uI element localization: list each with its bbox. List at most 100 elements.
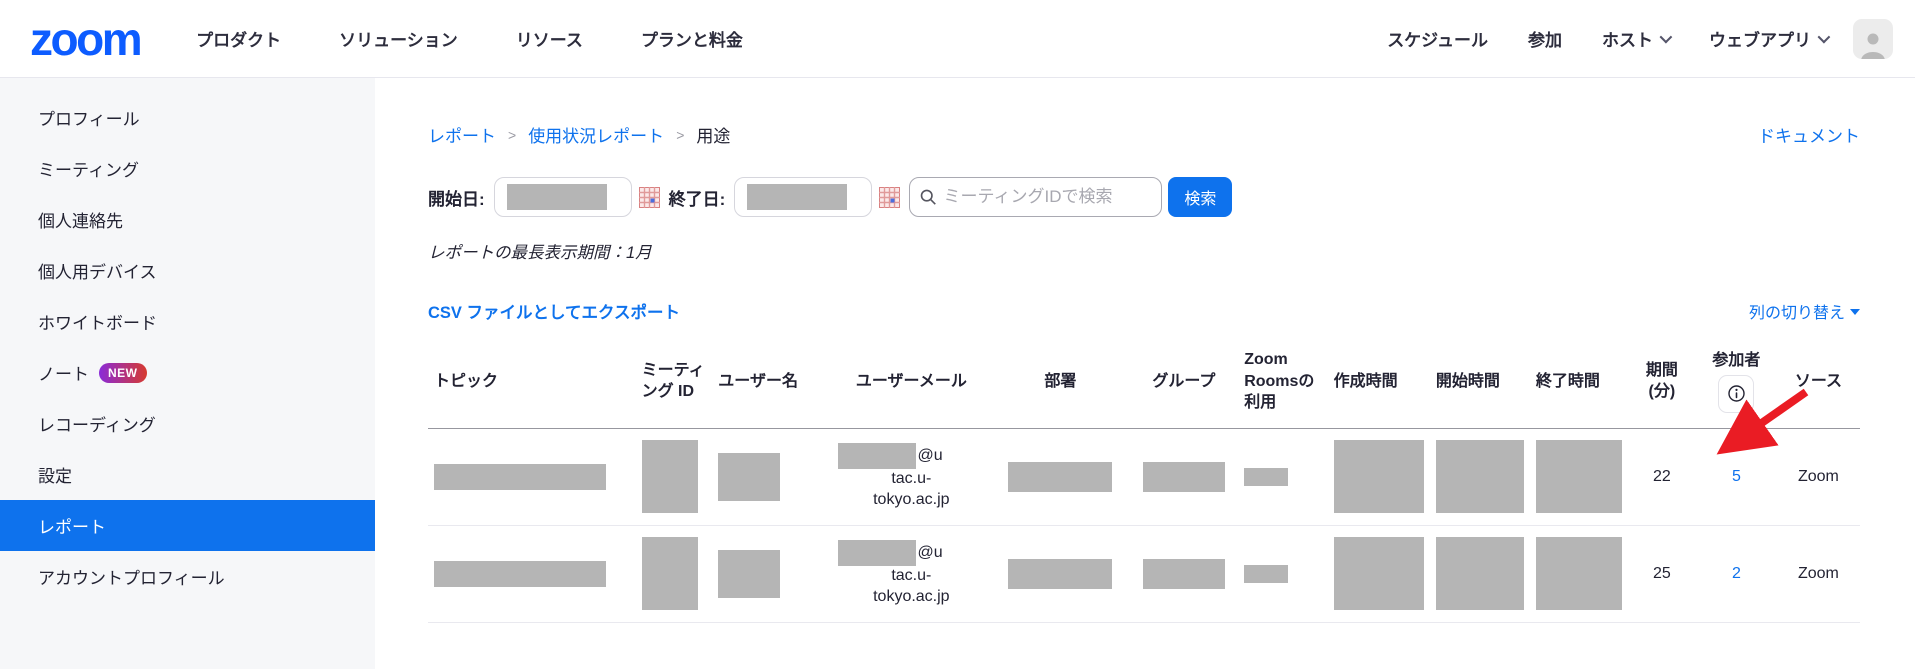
- redacted-zoom-rooms: [1244, 565, 1288, 583]
- col-header-user-name: ユーザー名: [712, 335, 831, 428]
- new-badge: NEW: [99, 363, 147, 383]
- redacted-meeting-id: [642, 537, 698, 610]
- breadcrumb: レポート > 使用状況レポート > 用途: [428, 122, 730, 147]
- cell-start-time: [1430, 428, 1530, 525]
- table-row[interactable]: @u tac.u- tokyo.ac.jp 25 2 Zoom: [428, 525, 1860, 622]
- cell-department: [991, 428, 1129, 525]
- sidebar-item-account-profile[interactable]: アカウントプロフィール: [0, 551, 375, 602]
- sidebar-item-notes[interactable]: ノート NEW: [0, 347, 375, 398]
- cell-department: [991, 525, 1129, 622]
- redacted-topic: [434, 464, 606, 490]
- col-header-user-email: ユーザーメール: [832, 335, 992, 428]
- redacted-start-time: [1436, 537, 1524, 610]
- redacted-department: [1008, 559, 1112, 589]
- cell-source: Zoom: [1777, 428, 1860, 525]
- cell-topic: [428, 525, 636, 622]
- cell-end-time: [1530, 525, 1628, 622]
- caret-down-icon: [1850, 309, 1860, 315]
- documentation-link[interactable]: ドキュメント: [1758, 122, 1860, 147]
- cell-zoom-rooms: [1238, 525, 1327, 622]
- info-icon: [1728, 385, 1745, 402]
- cell-end-time: [1530, 428, 1628, 525]
- report-content: レポート > 使用状況レポート > 用途 ドキュメント 開始日: 終了日:: [375, 78, 1915, 669]
- redacted-end-time: [1536, 537, 1622, 610]
- col-header-end-time: 終了時間: [1530, 335, 1628, 428]
- redacted-user-name: [718, 550, 780, 598]
- redacted-created-time: [1334, 440, 1424, 513]
- start-date-input[interactable]: [494, 177, 632, 217]
- sidebar-item-personal-devices[interactable]: 個人用デバイス: [0, 245, 375, 296]
- person-icon: [1858, 29, 1888, 59]
- breadcrumb-usage-reports-link[interactable]: 使用状況レポート: [528, 122, 664, 147]
- sidebar-item-settings[interactable]: 設定: [0, 449, 375, 500]
- redacted-topic: [434, 561, 606, 587]
- search-icon: [920, 188, 936, 206]
- redacted-group: [1143, 559, 1225, 589]
- participants-count-link[interactable]: 5: [1732, 468, 1741, 485]
- cell-source: Zoom: [1777, 525, 1860, 622]
- cell-start-time: [1430, 525, 1530, 622]
- end-date-input[interactable]: [734, 177, 872, 217]
- calendar-icon[interactable]: [879, 187, 900, 208]
- main-nav-left: プロダクト ソリューション リソース プランと料金: [196, 26, 743, 51]
- table-header-row: トピック ミーティング ID ユーザー名 ユーザーメール 部署 グループ Zoo…: [428, 335, 1860, 428]
- redacted-meeting-id: [642, 440, 698, 513]
- nav-item-host[interactable]: ホスト: [1602, 26, 1669, 51]
- cell-duration: 22: [1628, 428, 1696, 525]
- participants-info-icon[interactable]: [1718, 375, 1754, 413]
- cell-participants: 5: [1696, 428, 1777, 525]
- cell-participants: 2: [1696, 525, 1777, 622]
- calendar-icon[interactable]: [639, 187, 660, 208]
- sidebar-item-reports[interactable]: レポート: [0, 500, 375, 551]
- breadcrumb-current-page: 用途: [696, 122, 730, 147]
- table-row[interactable]: @u tac.u- tokyo.ac.jp 22 5: [428, 428, 1860, 525]
- zoom-logo[interactable]: zoom: [30, 16, 140, 62]
- top-navigation-bar: zoom プロダクト ソリューション リソース プランと料金 スケジュール 参加…: [0, 0, 1915, 78]
- main-nav-right: スケジュール 参加 ホスト ウェブアプリ: [1387, 26, 1827, 51]
- col-header-zoom-rooms: Zoom Roomsの利用: [1238, 335, 1327, 428]
- participants-count-link[interactable]: 2: [1732, 565, 1741, 582]
- max-report-period-note: レポートの最長表示期間：1月: [428, 239, 1860, 263]
- sidebar-item-meetings[interactable]: ミーティング: [0, 143, 375, 194]
- search-input[interactable]: [944, 187, 1152, 207]
- start-date-label: 開始日:: [428, 185, 485, 210]
- col-header-topic: トピック: [428, 335, 636, 428]
- redacted-email-local: [838, 443, 916, 469]
- breadcrumb-separator: >: [508, 127, 516, 143]
- end-date-label: 終了日:: [669, 185, 726, 210]
- redacted-created-time: [1334, 537, 1424, 610]
- cell-meeting-id: [636, 525, 713, 622]
- col-header-duration: 期間 (分): [1628, 335, 1696, 428]
- cell-group: [1130, 525, 1239, 622]
- col-header-group: グループ: [1130, 335, 1239, 428]
- nav-item-resources[interactable]: リソース: [516, 26, 583, 51]
- nav-item-web-app[interactable]: ウェブアプリ: [1709, 26, 1827, 51]
- cell-user-email: @u tac.u- tokyo.ac.jp: [832, 525, 992, 622]
- nav-item-schedule[interactable]: スケジュール: [1387, 26, 1488, 51]
- sidebar-item-recordings[interactable]: レコーディング: [0, 398, 375, 449]
- redacted-start-date: [507, 184, 607, 210]
- breadcrumb-reports-link[interactable]: レポート: [428, 122, 496, 147]
- nav-item-products[interactable]: プロダクト: [196, 26, 281, 51]
- sidebar-item-profile[interactable]: プロフィール: [0, 92, 375, 143]
- chevron-down-icon: [1818, 31, 1831, 44]
- toggle-columns-dropdown[interactable]: 列の切り替え: [1749, 299, 1860, 323]
- col-header-meeting-id: ミーティング ID: [636, 335, 713, 428]
- redacted-zoom-rooms: [1244, 468, 1288, 486]
- cell-user-email: @u tac.u- tokyo.ac.jp: [832, 428, 992, 525]
- meeting-id-search-field[interactable]: [909, 177, 1162, 217]
- col-header-start-time: 開始時間: [1430, 335, 1530, 428]
- nav-item-plans-pricing[interactable]: プランと料金: [641, 26, 743, 51]
- export-csv-link[interactable]: CSV ファイルとしてエクスポート: [428, 299, 680, 323]
- cell-meeting-id: [636, 428, 713, 525]
- cell-duration: 25: [1628, 525, 1696, 622]
- nav-item-solutions[interactable]: ソリューション: [339, 26, 458, 51]
- sidebar-item-personal-contacts[interactable]: 個人連絡先: [0, 194, 375, 245]
- nav-item-join[interactable]: 参加: [1528, 26, 1562, 51]
- search-button[interactable]: 検索: [1168, 177, 1232, 217]
- cell-user-name: [712, 525, 831, 622]
- redacted-email-local: [838, 540, 916, 566]
- sidebar-item-whiteboard[interactable]: ホワイトボード: [0, 296, 375, 347]
- user-avatar[interactable]: [1853, 19, 1893, 59]
- cell-topic: [428, 428, 636, 525]
